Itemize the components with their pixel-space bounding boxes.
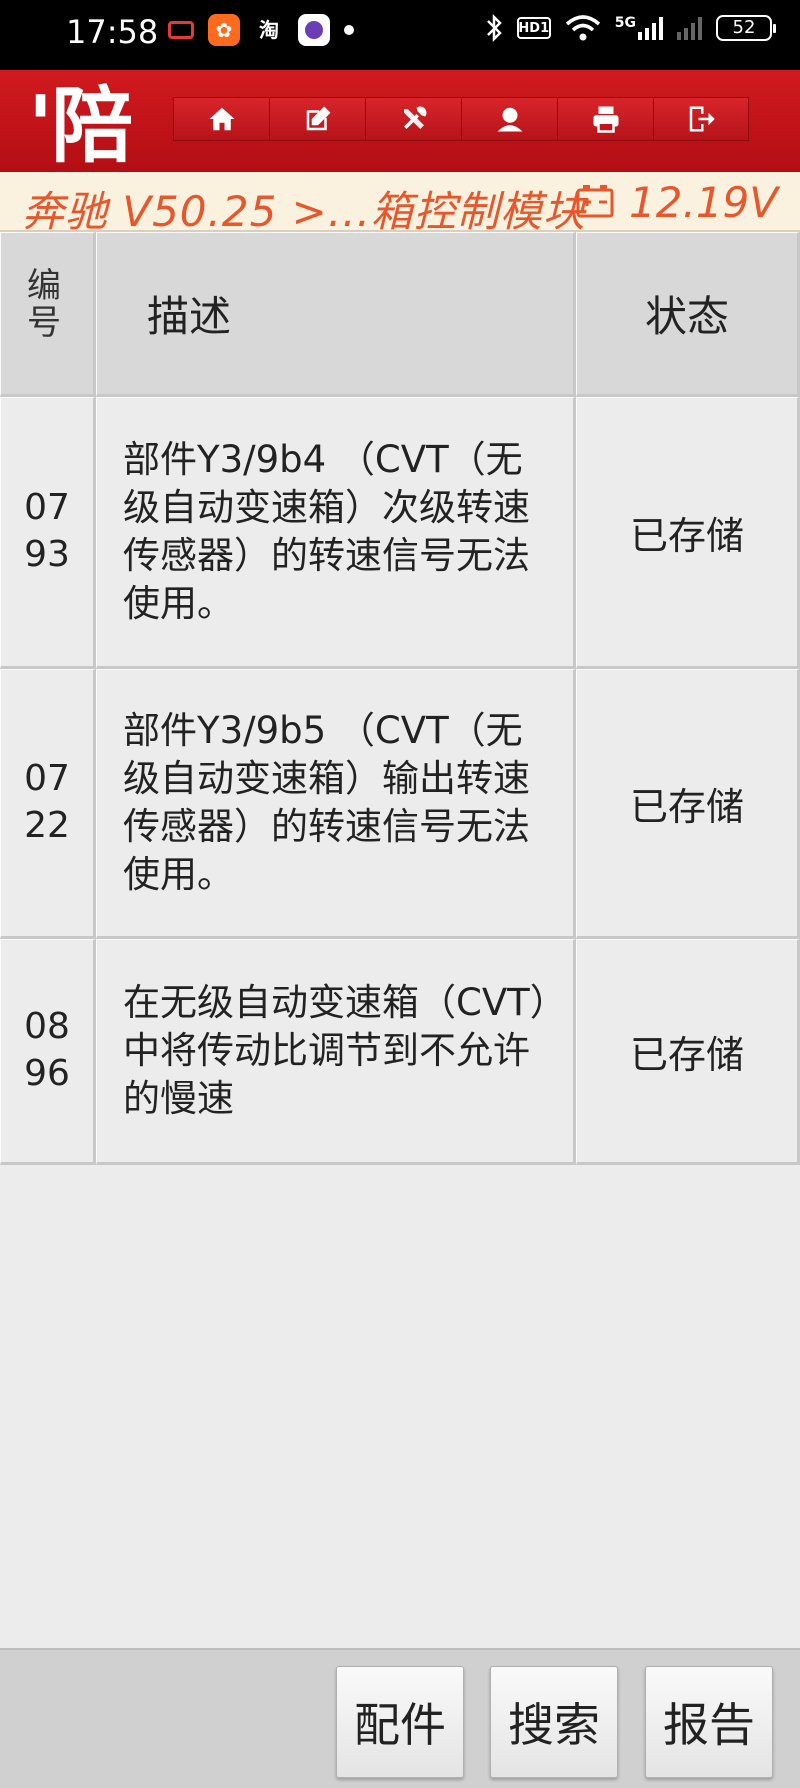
print-icon bbox=[593, 106, 618, 133]
column-header-code-label: 编号 bbox=[27, 267, 61, 343]
search-button[interactable]: 搜索 bbox=[490, 1666, 618, 1778]
clock: 17:58 bbox=[66, 13, 159, 51]
system-icons: HD1 5G 52 bbox=[485, 14, 776, 42]
table-row[interactable]: 0793 部件Y3/9b4 （CVT（无级自动变速箱）次级转速传感器）的转速信号… bbox=[0, 397, 800, 669]
fault-code: 0722 bbox=[24, 758, 70, 846]
hd-voice-icon: HD1 bbox=[516, 17, 551, 39]
bottom-action-bar: 配件 搜索 报告 bbox=[0, 1648, 800, 1788]
exit-button[interactable] bbox=[653, 97, 749, 141]
app-notification-icon: ✿ bbox=[208, 14, 240, 46]
edit-button[interactable] bbox=[269, 97, 365, 141]
breadcrumb-path: 奔驰 V50.25 >...箱控制模块 bbox=[22, 187, 586, 236]
home-button[interactable] bbox=[173, 97, 269, 141]
table-row[interactable]: 0722 部件Y3/9b5 （CVT（无级自动变速箱）输出转速传感器）的转速信号… bbox=[0, 669, 800, 939]
table-header-row: 编号 描述 状态 bbox=[0, 232, 800, 397]
browser-icon bbox=[298, 14, 330, 46]
table-row[interactable]: 0896 在无级自动变速箱（CVT）中将传动比调节到不允许的慢速 已存储 bbox=[0, 939, 800, 1165]
bluetooth-icon bbox=[485, 14, 503, 42]
screen-record-icon bbox=[168, 21, 194, 39]
breadcrumb: 奔驰 V50.25 >...箱控制模块 12.19V bbox=[0, 172, 800, 236]
fault-description: 部件Y3/9b5 （CVT（无级自动变速箱）输出转速传感器）的转速信号无法使用。 bbox=[96, 669, 576, 939]
fault-description: 在无级自动变速箱（CVT）中将传动比调节到不允许的慢速 bbox=[96, 939, 576, 1165]
app-header: '陪 bbox=[0, 70, 800, 172]
edit-icon bbox=[306, 106, 330, 131]
wifi-icon bbox=[565, 14, 601, 42]
taobao-icon: 淘 bbox=[259, 18, 279, 42]
more-notifications-dot-icon bbox=[344, 25, 354, 35]
home-icon bbox=[209, 107, 234, 131]
tools-button[interactable] bbox=[365, 97, 461, 141]
exit-icon bbox=[689, 106, 715, 132]
fault-status: 已存储 bbox=[576, 939, 800, 1165]
column-header-status[interactable]: 状态 bbox=[576, 232, 800, 397]
fault-code: 0896 bbox=[24, 1006, 70, 1094]
fault-code-cell: 0793 bbox=[0, 397, 96, 669]
fault-code-cell: 0896 bbox=[0, 939, 96, 1165]
app-logo: '陪 bbox=[28, 79, 133, 172]
fault-code: 0793 bbox=[24, 487, 70, 575]
notification-icons: ✿ 淘 bbox=[168, 14, 354, 46]
user-icon bbox=[497, 107, 522, 132]
column-header-description[interactable]: 描述 bbox=[96, 232, 576, 397]
report-button[interactable]: 报告 bbox=[645, 1666, 773, 1778]
network-type-label: 5G bbox=[614, 15, 636, 31]
tools-icon bbox=[403, 106, 426, 129]
fault-code-table: 编号 描述 状态 0793 部件Y3/9b4 （CVT（无级自动变速箱）次级转速… bbox=[0, 232, 800, 1165]
print-button[interactable] bbox=[557, 97, 653, 141]
fault-description: 部件Y3/9b4 （CVT（无级自动变速箱）次级转速传感器）的转速信号无法使用。 bbox=[96, 397, 576, 669]
toolbar bbox=[173, 97, 749, 141]
parts-button[interactable]: 配件 bbox=[336, 1666, 464, 1778]
signal-5g-icon: 5G bbox=[615, 16, 663, 40]
fault-status: 已存储 bbox=[576, 669, 800, 939]
status-bar: 17:58 ✿ 淘 HD1 5G 52 bbox=[0, 0, 800, 70]
signal-sim2-icon bbox=[677, 16, 702, 40]
fault-status: 已存储 bbox=[576, 397, 800, 669]
fault-code-cell: 0722 bbox=[0, 669, 96, 939]
battery-icon: 52 bbox=[716, 15, 776, 41]
battery-voltage: 12.19V bbox=[629, 178, 778, 227]
user-button[interactable] bbox=[461, 97, 557, 141]
car-battery-icon bbox=[576, 185, 614, 218]
column-header-code[interactable]: 编号 bbox=[0, 232, 96, 397]
